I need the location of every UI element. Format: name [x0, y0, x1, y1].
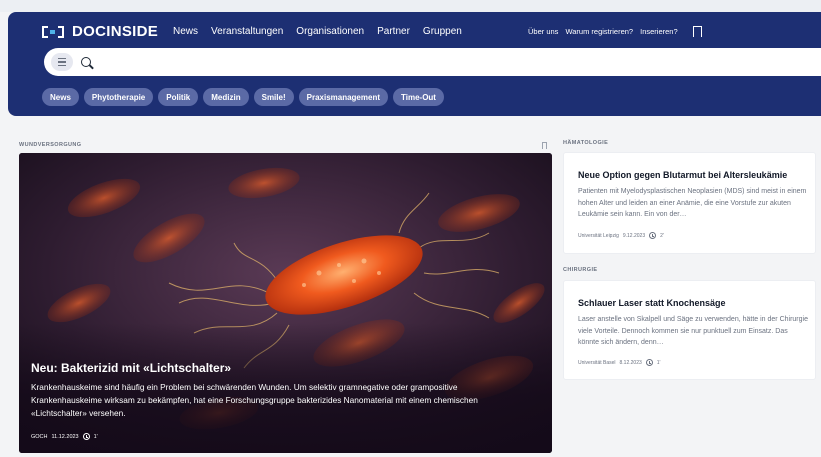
hero-read-time: 1': [93, 433, 98, 440]
nav-gruppen[interactable]: Gruppen: [423, 26, 462, 37]
hero-title[interactable]: Neu: Bakterizid mit «Lichtschalter»: [31, 361, 231, 375]
side-article-title[interactable]: Schlauer Laser statt Knochensäge: [578, 298, 726, 308]
browser-top-strip: [0, 0, 821, 12]
main-nav: News Veranstaltungen Organisationen Part…: [173, 26, 462, 37]
search-input[interactable]: [99, 56, 821, 68]
nav-warum-registrieren[interactable]: Warum registrieren?: [565, 27, 633, 36]
hero-article[interactable]: Neu: Bakterizid mit «Lichtschalter» Kran…: [19, 153, 552, 453]
chip-news[interactable]: News: [42, 88, 79, 106]
hero-date: 11.12.2023: [51, 433, 79, 440]
chip-politik[interactable]: Politik: [158, 88, 199, 106]
search-bar: [44, 48, 821, 76]
side-article-source: Universität Leipzig: [578, 232, 619, 239]
side-article-meta: Universität Basel 8.12.2023 1': [578, 359, 661, 366]
nav-ueber-uns[interactable]: Über uns: [528, 27, 558, 36]
side-article-meta: Universität Leipzig 9.12.2023 2': [578, 232, 664, 239]
site-header: DOCINSIDE News Veranstaltungen Organisat…: [8, 12, 821, 116]
nav-partner[interactable]: Partner: [377, 26, 410, 37]
chip-phytotherapie[interactable]: Phytotherapie: [83, 88, 154, 106]
side-article-source: Universität Basel: [578, 359, 616, 366]
chip-medizin[interactable]: Medizin: [203, 88, 249, 106]
filter-menu-icon[interactable]: [51, 53, 73, 71]
site-logo[interactable]: DOCINSIDE: [42, 23, 158, 40]
hero-source: GOCH: [31, 433, 48, 440]
side-article-card[interactable]: Schlauer Laser statt Knochensäge Laser a…: [563, 280, 816, 380]
clock-icon: [82, 433, 90, 440]
side-article-teaser: Laser anstelle von Skalpell und Säge zu …: [578, 316, 808, 346]
bookmark-icon[interactable]: [542, 142, 547, 149]
side-article-read-time: 1': [656, 359, 661, 366]
chip-praxismanagement[interactable]: Praxismanagement: [298, 88, 388, 106]
side-article-section-label: CHIRURGIE: [563, 267, 598, 273]
logo-text: DOCINSIDE: [72, 23, 159, 40]
side-article-section-label: HÄMATOLOGIE: [563, 140, 609, 146]
side-article-teaser: Patienten mit Myelodysplastischen Neopla…: [578, 188, 807, 218]
category-chips: News Phytotherapie Politik Medizin Smile…: [42, 88, 444, 106]
side-article-date: 8.12.2023: [619, 359, 642, 366]
logo-mark-icon: [42, 25, 64, 38]
hero-section-label: WUNDVERSORGUNG: [19, 142, 82, 148]
search-icon[interactable]: [81, 57, 91, 67]
side-article-card[interactable]: Neue Option gegen Blutarmut bei Altersle…: [563, 152, 816, 254]
nav-organisationen[interactable]: Organisationen: [296, 26, 364, 37]
utility-nav: Über uns Warum registrieren? Inserieren?: [528, 26, 702, 41]
hero-meta: GOCH 11.12.2023 1': [31, 433, 98, 440]
side-article-read-time: 2': [660, 232, 664, 239]
nav-veranstaltungen[interactable]: Veranstaltungen: [211, 26, 283, 37]
clock-icon: [645, 359, 653, 366]
side-article-date: 9.12.2023: [622, 232, 646, 239]
side-article-title[interactable]: Neue Option gegen Blutarmut bei Altersle…: [578, 170, 787, 180]
chip-smile[interactable]: Smile!: [253, 88, 294, 106]
nav-inserieren[interactable]: Inserieren?: [640, 27, 678, 36]
clock-icon: [649, 232, 657, 239]
hero-teaser: Krankenhauskeime sind häufig ein Problem…: [31, 382, 478, 418]
chip-time-out[interactable]: Time-Out: [393, 88, 444, 106]
bookmark-icon[interactable]: [692, 26, 702, 41]
nav-news[interactable]: News: [173, 26, 198, 37]
